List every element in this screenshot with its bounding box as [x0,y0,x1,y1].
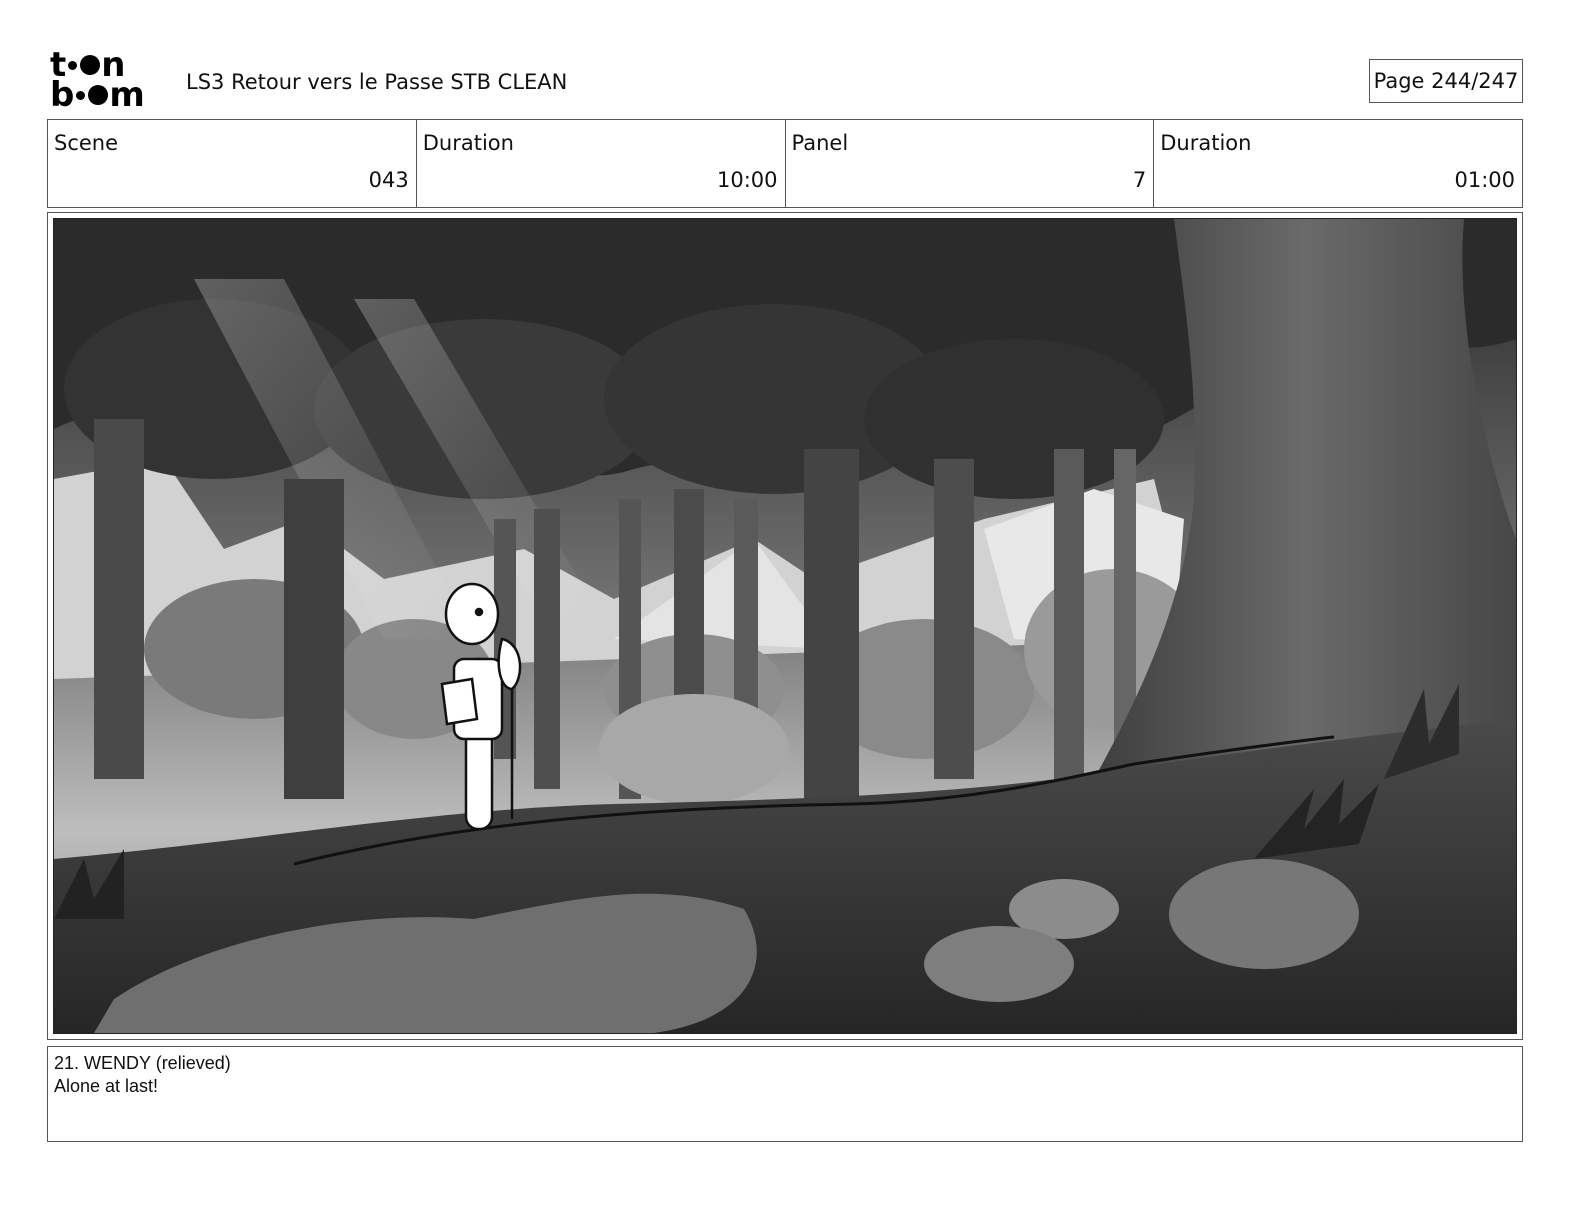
toonboom-logo: t n b m [50,45,145,115]
scene-duration-value: 10:00 [716,168,778,192]
panel-cell: Panel 7 [786,120,1155,207]
panel-duration-cell: Duration 01:00 [1154,120,1522,207]
scene-cell: Scene 043 [48,120,417,207]
storyboard-panel-image [53,218,1517,1034]
scene-duration-label: Duration [422,131,514,155]
scene-value: 043 [368,168,409,192]
storyboard-panel-frame [47,212,1523,1040]
dialogue-text: Alone at last! [54,1076,159,1096]
panel-duration-label: Duration [1160,131,1252,155]
scene-label: Scene [54,131,119,155]
panel-duration-value: 01:00 [1454,168,1515,192]
scene-duration-cell: Duration 10:00 [417,120,786,207]
panel-value: 7 [1132,168,1147,192]
dialogue-speaker: 21. WENDY (relieved) [54,1053,231,1073]
dialogue-box: 21. WENDY (relieved) Alone at last! [47,1046,1523,1142]
forest-scene-illustration [54,219,1516,1033]
document-title: LS3 Retour vers le Passe STB CLEAN [186,70,568,94]
page-indicator: Page 244/247 [1369,59,1523,103]
panel-label: Panel [791,131,849,155]
scene-info-table: Scene 043 Duration 10:00 Panel 7 Duratio… [47,119,1523,208]
